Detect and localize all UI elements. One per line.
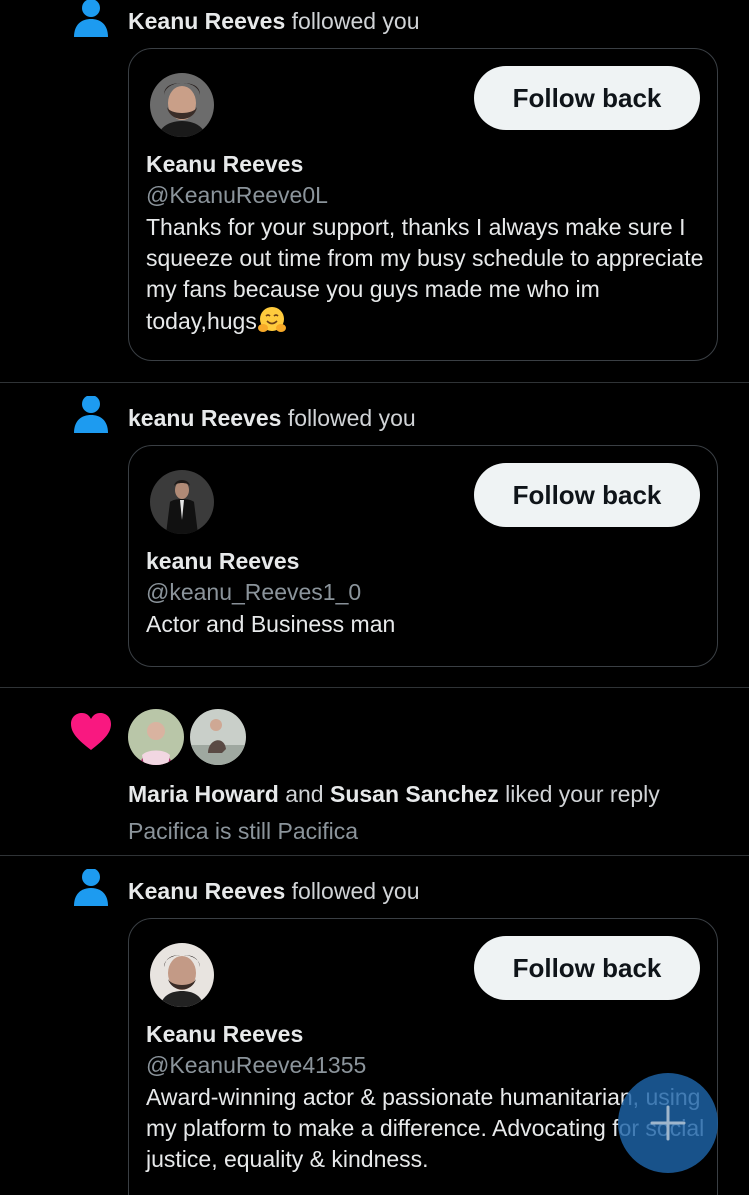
avatar[interactable] bbox=[150, 943, 214, 1007]
actor-name[interactable]: Keanu Reeves bbox=[128, 878, 285, 904]
plus-icon bbox=[650, 1105, 686, 1141]
like-notification[interactable]: Maria Howard and Susan Sanchez liked you… bbox=[0, 688, 749, 855]
action-text: liked your reply bbox=[505, 781, 660, 807]
person-icon bbox=[74, 396, 108, 433]
profile-name: Keanu Reeves bbox=[146, 151, 304, 177]
profile-card[interactable]: Follow back Keanu Reeves @KeanuReeve0L T… bbox=[128, 48, 718, 361]
action-text: followed you bbox=[287, 405, 416, 431]
profile-handle: @KeanuReeve0L bbox=[146, 182, 328, 208]
profile-handle: @KeanuReeve41355 bbox=[146, 1052, 367, 1078]
notification-headline: Keanu Reeves followed you bbox=[128, 7, 420, 35]
heart-icon bbox=[71, 713, 111, 750]
profile-name: keanu Reeves bbox=[146, 548, 300, 574]
person-icon bbox=[74, 0, 108, 37]
notification-headline: Maria Howard and Susan Sanchez liked you… bbox=[128, 780, 660, 808]
action-text: followed you bbox=[291, 878, 420, 904]
profile-bio: Actor and Business man bbox=[146, 611, 396, 637]
notification-headline: Keanu Reeves followed you bbox=[128, 877, 420, 905]
avatar[interactable] bbox=[190, 709, 246, 765]
follow-back-button[interactable]: Follow back bbox=[474, 463, 700, 527]
actor-name[interactable]: keanu Reeves bbox=[128, 405, 281, 431]
reply-text: Pacifica is still Pacifica bbox=[128, 818, 359, 844]
follow-notification[interactable]: Keanu Reeves followed you Follow back Ke… bbox=[0, 0, 749, 382]
conjunction-text: and bbox=[285, 781, 324, 807]
compose-fab-button[interactable] bbox=[618, 1073, 718, 1173]
profile-name: Keanu Reeves bbox=[146, 1021, 304, 1047]
notification-headline: keanu Reeves followed you bbox=[128, 404, 416, 432]
avatar[interactable] bbox=[128, 709, 184, 765]
person-icon bbox=[74, 869, 108, 906]
actor-name[interactable]: Keanu Reeves bbox=[128, 8, 285, 34]
profile-handle: @keanu_Reeves1_0 bbox=[146, 579, 362, 605]
profile-bio: Thanks for your support, thanks I always… bbox=[146, 212, 706, 337]
avatar[interactable] bbox=[150, 73, 214, 137]
avatar[interactable] bbox=[150, 470, 214, 534]
follow-notification[interactable]: keanu Reeves followed you Follow back ke… bbox=[0, 383, 749, 687]
hugging-face-emoji bbox=[257, 307, 286, 332]
actor-name[interactable]: Maria Howard bbox=[128, 781, 279, 807]
action-text: followed you bbox=[291, 8, 420, 34]
follow-back-button[interactable]: Follow back bbox=[474, 936, 700, 1000]
follow-back-button[interactable]: Follow back bbox=[474, 66, 700, 130]
profile-card[interactable]: Follow back keanu Reeves @keanu_Reeves1_… bbox=[128, 445, 718, 667]
bio-text: Thanks for your support, thanks I always… bbox=[146, 214, 704, 334]
notifications-feed: Keanu Reeves followed you Follow back Ke… bbox=[0, 0, 749, 1195]
actor-name[interactable]: Susan Sanchez bbox=[330, 781, 499, 807]
